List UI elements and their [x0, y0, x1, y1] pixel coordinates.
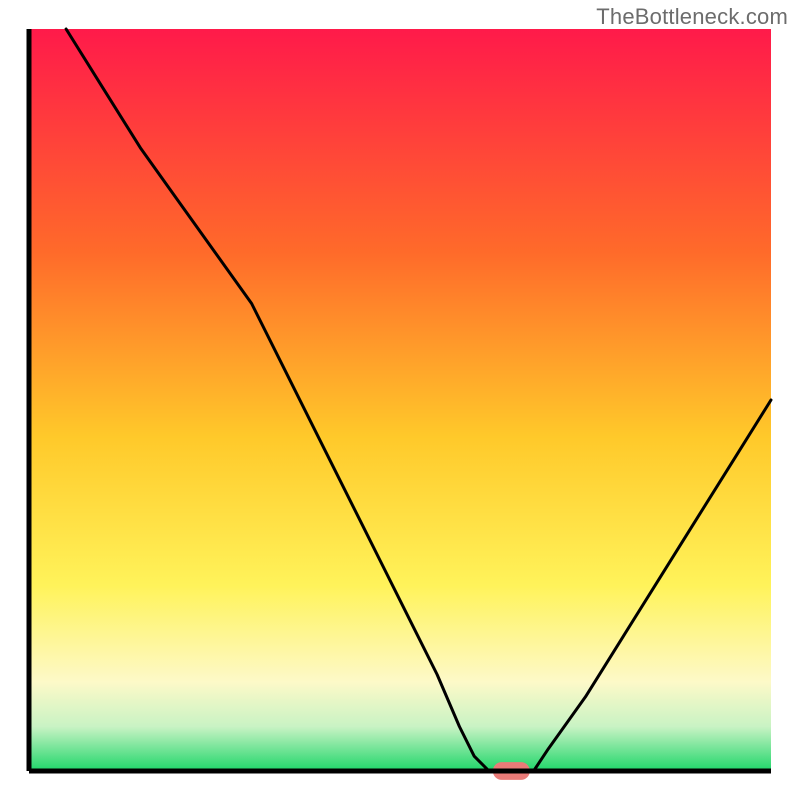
gradient-background — [29, 29, 771, 771]
bottleneck-chart: TheBottleneck.com — [0, 0, 800, 800]
chart-svg — [0, 0, 800, 800]
plot-area — [29, 29, 771, 780]
watermark-text: TheBottleneck.com — [596, 4, 788, 30]
